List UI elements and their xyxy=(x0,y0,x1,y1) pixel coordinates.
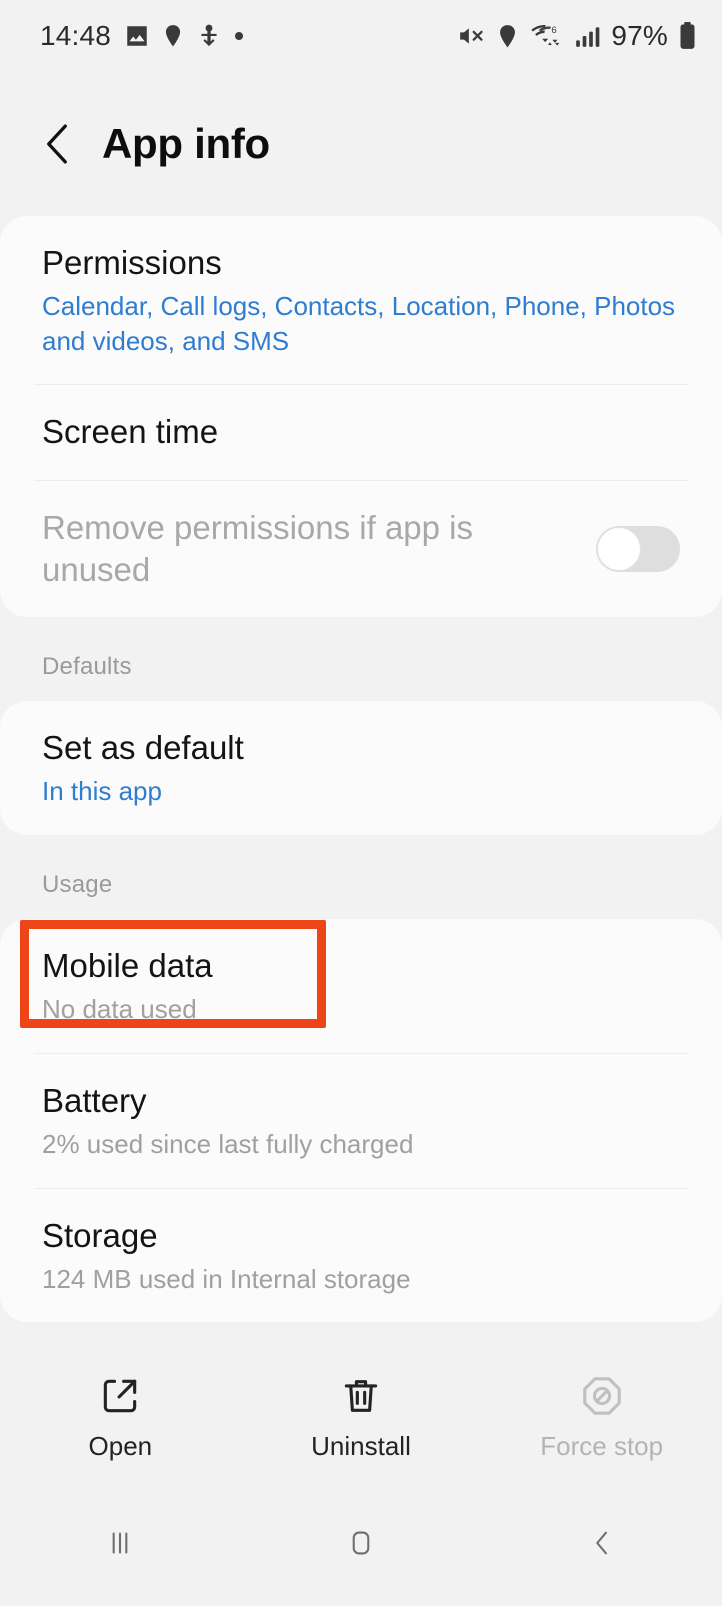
status-bar-clock: 14:48 xyxy=(40,20,112,51)
home-square-icon xyxy=(352,1531,370,1555)
storage-title: Storage xyxy=(42,1216,158,1254)
mute-icon xyxy=(460,28,483,44)
svg-text:6: 6 xyxy=(552,25,557,36)
battery-row[interactable]: Battery 2% used since last fully charged xyxy=(0,1054,722,1188)
usage-card: Mobile data No data used Battery 2% used… xyxy=(0,918,722,1323)
recents-icon xyxy=(112,1532,128,1554)
mobile-data-title: Mobile data xyxy=(42,946,213,984)
uninstall-button[interactable]: Uninstall xyxy=(241,1374,482,1462)
permissions-card: Permissions Calendar, Call logs, Contact… xyxy=(0,216,722,618)
battery-title: Battery xyxy=(42,1081,147,1119)
set-as-default-subtitle: In this app xyxy=(42,776,162,807)
screen-time-row[interactable]: Screen time xyxy=(0,385,722,479)
screen-time-title: Screen time xyxy=(42,413,219,451)
back-button[interactable] xyxy=(40,122,74,166)
open-label: Open xyxy=(88,1431,153,1461)
action-bar: Open Uninstall Force stop xyxy=(0,1356,722,1480)
recents-button[interactable] xyxy=(0,1524,241,1562)
image-icon xyxy=(127,26,147,46)
toggle-knob xyxy=(597,526,641,571)
location-pin-icon xyxy=(500,24,516,47)
defaults-section-label: Defaults xyxy=(42,653,132,681)
force-stop-button: Force stop xyxy=(481,1374,722,1462)
set-as-default-title: Set as default xyxy=(42,729,244,767)
page-title: App info xyxy=(102,120,270,167)
permissions-row[interactable]: Permissions Calendar, Call logs, Contact… xyxy=(0,216,722,384)
back-button[interactable] xyxy=(481,1524,722,1562)
set-as-default-row[interactable]: Set as default In this app xyxy=(0,701,722,835)
battery-percentage: 97% xyxy=(611,20,668,51)
open-button[interactable]: Open xyxy=(0,1374,241,1462)
title-bar: App info xyxy=(0,72,722,216)
force-stop-label: Force stop xyxy=(540,1431,664,1461)
status-bar-right: 6 97% xyxy=(456,20,696,52)
storage-subtitle: 124 MB used in Internal storage xyxy=(42,1263,411,1294)
block-octagon-icon xyxy=(582,1377,621,1415)
mobile-data-row[interactable]: Mobile data No data used xyxy=(0,919,722,1053)
status-bar-left: 14:48 xyxy=(40,20,244,52)
status-bar: 14:48 6 97% xyxy=(0,0,722,72)
chevron-left-icon xyxy=(595,1531,607,1555)
location-pin-icon xyxy=(165,25,181,47)
storage-row[interactable]: Storage 124 MB used in Internal storage xyxy=(0,1189,722,1323)
download-anchor-icon xyxy=(201,24,217,47)
battery-icon xyxy=(680,22,695,49)
wifi-6-icon: 6 xyxy=(531,25,560,46)
uninstall-label: Uninstall xyxy=(311,1431,411,1461)
app-info-screen: 14:48 6 97% App info Permissions Calenda… xyxy=(0,0,722,1606)
usage-section-label: Usage xyxy=(42,870,113,898)
battery-subtitle: 2% used since last fully charged xyxy=(42,1128,414,1159)
defaults-card: Set as default In this app xyxy=(0,701,722,835)
home-button[interactable] xyxy=(241,1524,482,1562)
remove-permissions-title: Remove permissions if app is unused xyxy=(42,508,473,588)
signal-bars-icon xyxy=(576,27,600,47)
open-external-icon xyxy=(104,1379,137,1413)
permissions-subtitle: Calendar, Call logs, Contacts, Location,… xyxy=(42,291,676,356)
system-nav-bar xyxy=(0,1480,722,1606)
mobile-data-subtitle: No data used xyxy=(42,994,197,1025)
remove-permissions-row: Remove permissions if app is unused xyxy=(0,481,722,617)
settings-scroll-area[interactable]: Permissions Calendar, Call logs, Contact… xyxy=(0,216,722,1449)
trash-icon xyxy=(344,1380,378,1412)
remove-permissions-toggle[interactable] xyxy=(596,525,680,572)
dot-icon xyxy=(235,32,244,40)
permissions-title: Permissions xyxy=(42,244,222,281)
